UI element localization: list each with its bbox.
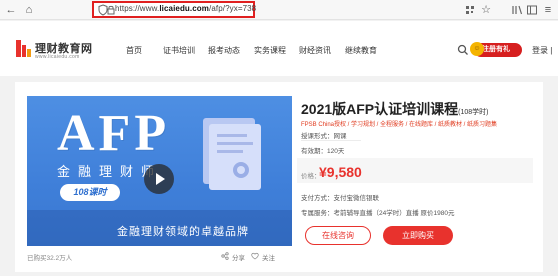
price-label: 价格： [301, 173, 321, 180]
home-icon[interactable]: ⌂ [22, 3, 36, 17]
menu-icon[interactable]: ≡ [541, 3, 555, 17]
smile-icon: ☺ [470, 42, 484, 56]
buy-now-button[interactable]: 立即购买 [383, 226, 453, 245]
back-arrow-icon[interactable]: ← [4, 3, 18, 17]
login-link[interactable]: 登录 | [532, 45, 552, 56]
share-icon[interactable] [221, 252, 229, 260]
course-title-hours: (108学时) [458, 109, 489, 116]
banner-hours-pill: 108课时 [60, 184, 120, 201]
purchase-count: 已购买32.2万人 [27, 255, 73, 262]
library-icon[interactable] [510, 3, 524, 17]
course-tags: FPSB China授权 / 学习规划 / 全程服务 / 在线题库 / 纸质教材… [301, 122, 498, 128]
url-text[interactable]: https://www.licaiedu.com/afp/?yx=738 [115, 4, 256, 13]
course-format: 授课形式：网课 [301, 133, 347, 140]
nav-continuing-education[interactable]: 继续教育 [345, 45, 377, 56]
banner-slogan: 金融理财领域的卓越品牌 [117, 226, 249, 238]
online-consult-button[interactable]: 在线咨询 [305, 226, 371, 245]
course-title: 2021版AFP认证培训课程(108学时) [301, 101, 489, 117]
register-gift-label: 注册有礼 [482, 46, 510, 53]
nav-certificate-training[interactable]: 证书培训 [163, 45, 195, 56]
logo-subtitle: www.licaiedu.com [35, 54, 80, 60]
qr-code-icon[interactable] [463, 3, 477, 17]
course-card: AFP 金融理财师 108课时 金融理财领域的卓越品牌 已购买32.2万人 分享… [15, 82, 543, 272]
course-price: ¥9,580 [319, 164, 362, 180]
site-header: 理财教育网 www.licaiedu.com 首页 证书培训 报考动态 实务课程… [0, 21, 558, 76]
register-gift-button[interactable]: ☺ 注册有礼 [470, 42, 522, 57]
follow-button[interactable]: 关注 [262, 252, 275, 262]
nav-finance-news[interactable]: 财经资讯 [299, 45, 331, 56]
course-validity: 有效期：120天 [301, 148, 345, 155]
exclusive-service: 专属服务：考前辅导直播（24学时）直播 原价1980元 [301, 210, 455, 217]
search-icon[interactable] [456, 43, 470, 57]
browser-toolbar: ← ⌂ https://www.licaiedu.com/afp/?yx=738… [0, 0, 558, 20]
divider [301, 140, 361, 141]
course-banner[interactable]: AFP 金融理财师 108课时 金融理财领域的卓越品牌 [27, 96, 292, 246]
nav-practical-courses[interactable]: 实务课程 [254, 45, 286, 56]
banner-brand: AFP [57, 105, 171, 162]
share-button[interactable]: 分享 [232, 252, 245, 262]
payment-methods: 支付方式：支付宝微信银联 [301, 195, 379, 202]
logo-mark-icon[interactable] [16, 40, 32, 57]
play-video-button[interactable] [144, 164, 174, 194]
sidebar-icon[interactable] [525, 3, 539, 17]
nav-home[interactable]: 首页 [126, 45, 142, 56]
nav-exam-news[interactable]: 报考动态 [208, 45, 240, 56]
heart-icon[interactable] [251, 252, 259, 260]
certificate-icon [203, 118, 261, 190]
bookmark-star-icon[interactable]: ☆ [479, 3, 493, 17]
